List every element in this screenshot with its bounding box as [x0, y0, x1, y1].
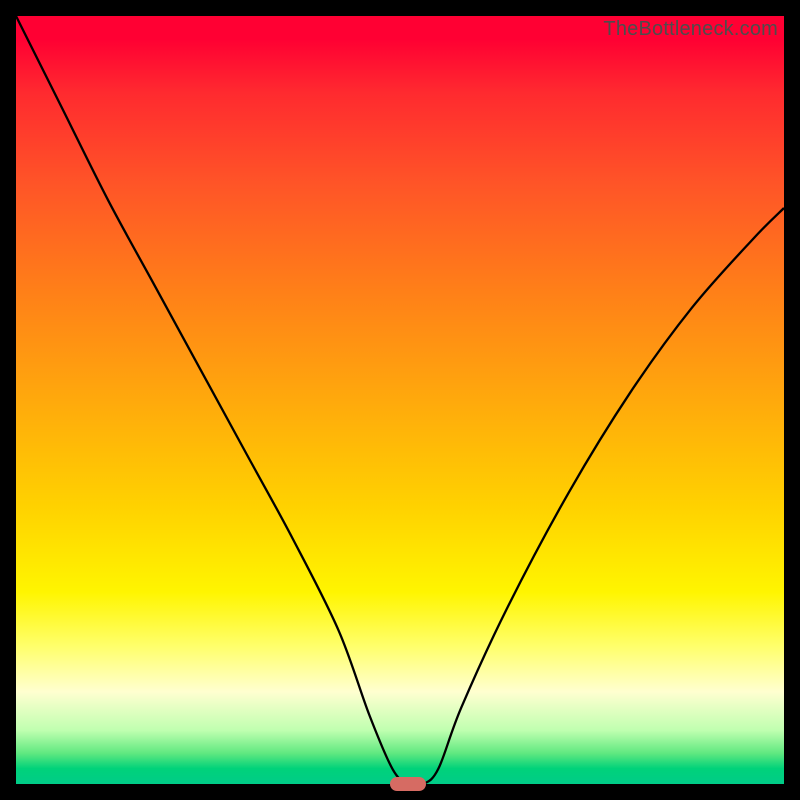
curve-path	[16, 16, 784, 786]
bottleneck-curve	[16, 16, 784, 784]
plot-area: TheBottleneck.com	[16, 16, 784, 784]
chart-stage: TheBottleneck.com	[0, 0, 800, 800]
optimal-point-marker	[390, 777, 426, 792]
